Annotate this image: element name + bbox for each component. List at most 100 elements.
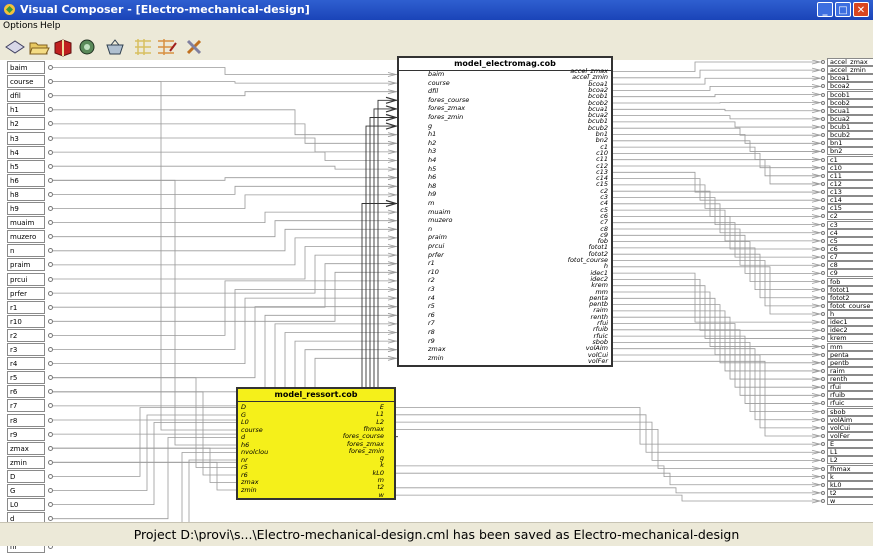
minimize-button[interactable]: _ <box>817 2 833 17</box>
output-port-L2[interactable]: L2 <box>827 456 873 464</box>
input-port-muaim[interactable]: muaim <box>7 216 45 229</box>
output-port-dot[interactable] <box>821 304 825 308</box>
output-port-dot[interactable] <box>821 117 825 121</box>
input-port-L0[interactable]: L0 <box>7 498 45 511</box>
input-port-dot[interactable] <box>48 446 53 451</box>
output-port-idec2[interactable]: idec2 <box>827 326 873 334</box>
output-port-renth[interactable]: renth <box>827 375 873 383</box>
input-port-dot[interactable] <box>48 418 53 423</box>
diamond-icon[interactable] <box>4 37 26 57</box>
output-port-dot[interactable] <box>821 239 825 243</box>
output-port-dot[interactable] <box>821 475 825 479</box>
input-port-G[interactable]: G <box>7 484 45 497</box>
output-port-c11[interactable]: c11 <box>827 172 873 180</box>
output-port-raim[interactable]: raim <box>827 367 873 375</box>
output-port-pentb[interactable]: pentb <box>827 359 873 367</box>
output-port-bcoa2[interactable]: bcoa2 <box>827 82 873 90</box>
output-port-dot[interactable] <box>821 491 825 495</box>
output-port-c3[interactable]: c3 <box>827 221 873 229</box>
open-folder-icon[interactable] <box>28 37 50 57</box>
input-port-h5[interactable]: h5 <box>7 160 45 173</box>
output-port-bcua2[interactable]: bcua2 <box>827 115 873 123</box>
output-port-c12[interactable]: c12 <box>827 180 873 188</box>
output-port-c15[interactable]: c15 <box>827 204 873 212</box>
menu-help[interactable]: Help <box>40 21 61 31</box>
edit-grid-icon[interactable] <box>156 37 178 57</box>
input-port-dot[interactable] <box>48 319 53 324</box>
input-port-dot[interactable] <box>48 488 53 493</box>
grid-layout-icon[interactable] <box>132 37 154 57</box>
output-port-E[interactable]: E <box>827 440 873 448</box>
output-port-c14[interactable]: c14 <box>827 196 873 204</box>
input-port-prcui[interactable]: prcui <box>7 273 45 286</box>
input-port-praim[interactable]: praim <box>7 258 45 271</box>
input-port-h2[interactable]: h2 <box>7 117 45 130</box>
input-port-n[interactable]: n <box>7 244 45 257</box>
output-port-idec1[interactable]: idec1 <box>827 318 873 326</box>
output-port-c10[interactable]: c10 <box>827 164 873 172</box>
input-port-muzero[interactable]: muzero <box>7 230 45 243</box>
output-port-sbob[interactable]: sbob <box>827 408 873 416</box>
input-port-r7[interactable]: r7 <box>7 399 45 412</box>
output-port-dot[interactable] <box>821 166 825 170</box>
output-port-dot[interactable] <box>821 483 825 487</box>
output-port-dot[interactable] <box>821 60 825 64</box>
output-port-mm[interactable]: mm <box>827 343 873 351</box>
red-book-icon[interactable] <box>52 37 74 57</box>
input-port-dot[interactable] <box>48 474 53 479</box>
input-port-dot[interactable] <box>48 347 53 352</box>
input-port-h3[interactable]: h3 <box>7 132 45 145</box>
tools-icon[interactable] <box>184 37 206 57</box>
output-port-dot[interactable] <box>821 247 825 251</box>
input-port-prfer[interactable]: prfer <box>7 287 45 300</box>
output-port-fotot1[interactable]: fotot1 <box>827 286 873 294</box>
output-port-rfui[interactable]: rfui <box>827 383 873 391</box>
design-canvas[interactable]: baimcoursedfilh1h2h3h4h5h6h8h9muaimmuzer… <box>0 60 873 522</box>
output-port-c13[interactable]: c13 <box>827 188 873 196</box>
output-port-dot[interactable] <box>821 410 825 414</box>
output-port-volFer[interactable]: volFer <box>827 432 873 440</box>
output-port-bn1[interactable]: bn1 <box>827 139 873 147</box>
output-port-volCui[interactable]: volCui <box>827 424 873 432</box>
output-port-kL0[interactable]: kL0 <box>827 481 873 489</box>
input-port-h4[interactable]: h4 <box>7 146 45 159</box>
output-port-bcua1[interactable]: bcua1 <box>827 107 873 115</box>
output-port-dot[interactable] <box>821 467 825 471</box>
input-port-dot[interactable] <box>48 432 53 437</box>
menu-options[interactable]: Options <box>3 21 38 31</box>
input-port-dot[interactable] <box>48 460 53 465</box>
network-icon[interactable] <box>76 37 98 57</box>
output-port-bn2[interactable]: bn2 <box>827 147 873 155</box>
output-port-c8[interactable]: c8 <box>827 261 873 269</box>
input-port-r3[interactable]: r3 <box>7 343 45 356</box>
output-port-c4[interactable]: c4 <box>827 229 873 237</box>
output-port-volAim[interactable]: volAim <box>827 416 873 424</box>
output-port-dot[interactable] <box>821 418 825 422</box>
output-port-dot[interactable] <box>821 109 825 113</box>
output-port-accel_zmax[interactable]: accel_zmax <box>827 58 873 66</box>
output-port-c9[interactable]: c9 <box>827 269 873 277</box>
output-port-dot[interactable] <box>821 223 825 227</box>
output-port-dot[interactable] <box>821 312 825 316</box>
output-port-bcub2[interactable]: bcub2 <box>827 131 873 139</box>
output-port-dot[interactable] <box>821 182 825 186</box>
electromag-block[interactable]: model_electromag.cob baimcoursedfilfores… <box>397 56 613 367</box>
output-port-dot[interactable] <box>821 125 825 129</box>
output-port-dot[interactable] <box>821 288 825 292</box>
input-port-dot[interactable] <box>48 305 53 310</box>
input-port-r8[interactable]: r8 <box>7 414 45 427</box>
output-port-bcoa1[interactable]: bcoa1 <box>827 74 873 82</box>
output-port-dot[interactable] <box>821 174 825 178</box>
input-port-dot[interactable] <box>48 136 53 141</box>
output-port-w[interactable]: w <box>827 497 873 505</box>
output-port-dot[interactable] <box>821 426 825 430</box>
output-port-bcob2[interactable]: bcob2 <box>827 99 873 107</box>
output-port-dot[interactable] <box>821 499 825 503</box>
output-port-fotot_course[interactable]: fotot_course <box>827 302 873 310</box>
output-port-h[interactable]: h <box>827 310 873 318</box>
shopping-basket-icon[interactable] <box>104 37 126 57</box>
output-port-dot[interactable] <box>821 296 825 300</box>
input-port-dot[interactable] <box>48 333 53 338</box>
input-port-dot[interactable] <box>48 150 53 155</box>
output-port-c7[interactable]: c7 <box>827 253 873 261</box>
